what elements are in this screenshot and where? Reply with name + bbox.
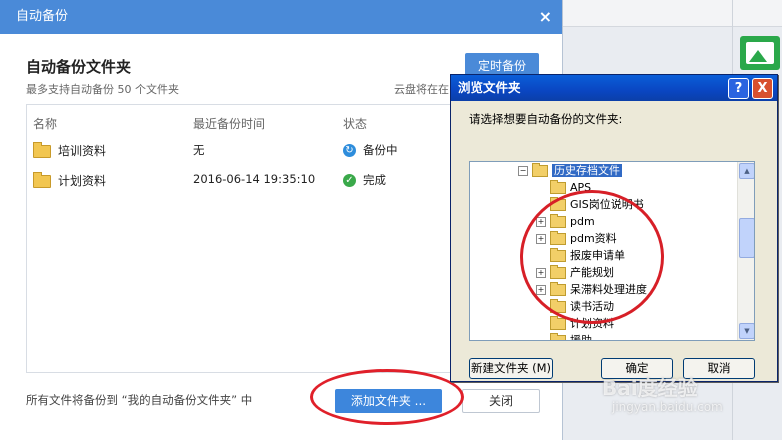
row-backup-time: 无 xyxy=(193,143,205,157)
close-icon[interactable]: X xyxy=(752,78,773,99)
add-image-icon[interactable] xyxy=(740,36,780,70)
cloud-note: 云盘将在在 xyxy=(394,83,449,96)
folder-icon xyxy=(550,333,566,340)
column-header-status: 状态 xyxy=(343,117,368,131)
watermark-brand: Bai度经验 xyxy=(602,376,698,400)
watermark-url: jingyan.baidu.com xyxy=(612,400,723,414)
row-folder-name: 培训资料 xyxy=(58,144,107,158)
row-folder-name: 计划资料 xyxy=(58,174,107,188)
folder-icon xyxy=(550,180,566,194)
row-status: 备份中 xyxy=(363,143,398,157)
row-backup-time: 2016-06-14 19:35:10 xyxy=(193,172,316,186)
annotation-circle-tree xyxy=(520,190,664,324)
tree-item[interactable]: 援助 xyxy=(536,332,592,341)
tree-item-label: 历史存档文件 xyxy=(552,164,622,177)
scroll-thumb[interactable] xyxy=(739,218,754,258)
browse-titlebar: 浏览文件夹 ? X xyxy=(451,75,777,101)
row-status: 完成 xyxy=(363,173,386,187)
footer-note: 所有文件将备份到 “我的自动备份文件夹” 中 xyxy=(26,393,253,407)
dialog-title: 自动备份 xyxy=(16,9,69,24)
close-icon[interactable]: × xyxy=(539,0,552,34)
background-toolbar xyxy=(562,0,782,27)
check-icon: ✓ xyxy=(343,174,356,187)
tree-scrollbar[interactable]: ▲ ▼ xyxy=(737,162,754,340)
sync-icon: ↻ xyxy=(343,144,356,157)
browse-prompt: 请选择想要自动备份的文件夹: xyxy=(469,112,623,126)
help-icon[interactable]: ? xyxy=(728,78,749,99)
folder-icon xyxy=(33,172,51,188)
folder-icon xyxy=(33,142,51,158)
close-button[interactable]: 关闭 xyxy=(462,389,540,413)
tree-item-label: 援助 xyxy=(570,334,592,341)
folder-icon xyxy=(532,163,548,177)
column-header-last-backup: 最近备份时间 xyxy=(193,117,266,131)
collapse-icon[interactable]: − xyxy=(518,166,528,176)
subtitle: 最多支持自动备份 50 个文件夹 xyxy=(26,83,179,96)
scroll-up-icon[interactable]: ▲ xyxy=(739,163,754,179)
column-header-name: 名称 xyxy=(33,117,58,131)
page-title: 自动备份文件夹 xyxy=(26,58,132,76)
browse-title: 浏览文件夹 xyxy=(458,80,521,95)
scroll-down-icon[interactable]: ▼ xyxy=(739,323,754,339)
dialog-titlebar: 自动备份 × xyxy=(0,0,562,34)
annotation-circle-add xyxy=(310,369,464,425)
tree-item[interactable]: − 历史存档文件 xyxy=(518,162,622,179)
folder-icon xyxy=(550,316,566,330)
new-folder-button[interactable]: 新建文件夹 (M) xyxy=(469,358,553,379)
